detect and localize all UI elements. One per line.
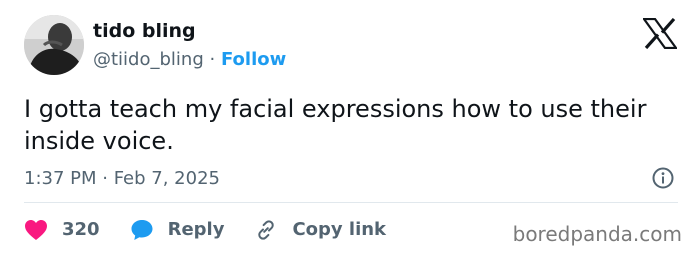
info-icon[interactable]: [651, 166, 675, 190]
tweet-timestamp[interactable]: 1:37 PM · Feb 7, 2025: [24, 167, 220, 191]
avatar[interactable]: [24, 15, 84, 75]
author-handle[interactable]: @tiido_bling: [93, 49, 204, 70]
x-logo-icon[interactable]: [641, 17, 679, 50]
avatar-image: [24, 15, 84, 75]
author-display-name[interactable]: tido bling: [93, 19, 196, 43]
copy-link-button[interactable]: Copy link: [254, 218, 386, 242]
action-bar: 320 Reply Copy link: [24, 217, 416, 243]
speech-bubble-icon: [130, 218, 154, 242]
follow-button[interactable]: Follow: [221, 49, 286, 70]
like-count: 320: [62, 219, 100, 240]
link-icon: [254, 218, 278, 242]
tweet-card: tido bling @tiido_bling · Follow I gotta…: [0, 0, 700, 256]
reply-label: Reply: [167, 219, 225, 240]
separator-dot: ·: [209, 49, 216, 70]
reply-button[interactable]: Reply: [130, 218, 225, 242]
divider: [24, 202, 678, 203]
watermark: boredpanda.com: [512, 222, 682, 246]
author-meta: @tiido_bling · Follow: [93, 48, 286, 72]
heart-icon: [24, 219, 48, 241]
tweet-text: I gotta teach my facial expressions how …: [24, 95, 647, 155]
copy-link-label: Copy link: [292, 219, 387, 240]
like-button[interactable]: 320: [24, 218, 100, 242]
